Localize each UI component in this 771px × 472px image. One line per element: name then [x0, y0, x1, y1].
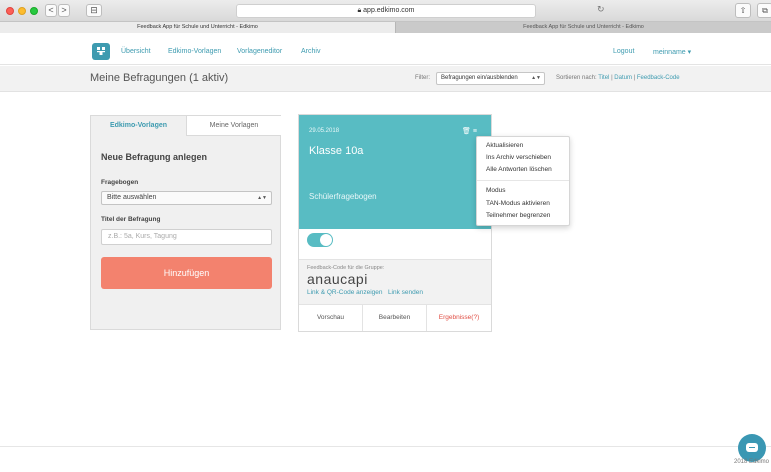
chat-icon	[746, 443, 758, 452]
sort-separator: |	[633, 75, 636, 81]
menu-divider	[477, 180, 569, 181]
menu-icon[interactable]: ≡	[473, 128, 477, 135]
feedback-code: anaucapi	[307, 271, 368, 287]
nav-edkimo-vorlagen[interactable]: Edkimo-Vorlagen	[168, 48, 221, 55]
sort-by-title[interactable]: Titel	[598, 75, 609, 81]
questionnaire-value: Bitte auswählen	[107, 194, 157, 201]
trash-icon[interactable]: 🗑︎	[462, 128, 471, 135]
tab-meine-vorlagen[interactable]: Meine Vorlagen	[186, 116, 281, 136]
link-send[interactable]: Link senden	[388, 289, 423, 296]
menu-delete-answers[interactable]: Alle Antworten löschen	[486, 166, 552, 173]
card-class-name: Klasse 10a	[309, 145, 364, 157]
edit-button[interactable]: Bearbeiten	[363, 305, 427, 331]
card-questionnaire: Schülerfragebogen	[309, 192, 377, 201]
survey-title-label: Titel der Befragung	[101, 216, 161, 223]
filter-select[interactable]: Befragungen ein/ausblenden ▲▼	[436, 72, 545, 85]
card-header[interactable]: 29.05.2018 Klasse 10a Schülerfragebogen …	[299, 115, 491, 229]
browser-toolbar: < > ⊟ 🔒︎ app.edkimo.com ↻ ⇧ ⧉	[0, 0, 771, 22]
menu-aktualisieren[interactable]: Aktualisieren	[486, 142, 523, 149]
toggle-knob	[320, 234, 332, 246]
active-toggle[interactable]	[307, 233, 333, 247]
card-dropdown-menu: Aktualisieren Ins Archiv verschieben All…	[476, 136, 570, 226]
survey-title-input[interactable]: z.B.: 5a, Kurs, Tagung	[101, 229, 272, 245]
card-footer: Vorschau Bearbeiten Ergebnisse(?)	[299, 305, 491, 331]
zoom-window-icon[interactable]	[30, 7, 38, 15]
minimize-window-icon[interactable]	[18, 7, 26, 15]
sort-separator: |	[611, 75, 613, 81]
sort-by-date[interactable]: Datum	[614, 75, 632, 81]
page-title: Meine Befragungen (1 aktiv)	[90, 72, 229, 84]
menu-archive[interactable]: Ins Archiv verschieben	[486, 154, 551, 161]
card-actions: 🗑︎ ≡	[462, 127, 477, 135]
new-tab-icon[interactable]: ⧉	[757, 3, 771, 18]
filter-label: Filter:	[415, 75, 430, 81]
add-survey-button[interactable]: Hinzufügen	[101, 257, 272, 289]
sort-bar: Sortieren nach: Titel | Datum | Feedback…	[556, 75, 680, 81]
card-date: 29.05.2018	[309, 128, 340, 134]
survey-card: 29.05.2018 Klasse 10a Schülerfragebogen …	[298, 114, 492, 332]
create-heading: Neue Befragung anlegen	[101, 152, 208, 162]
results-button[interactable]: Ergebnisse(?)	[427, 305, 491, 331]
close-window-icon[interactable]	[6, 7, 14, 15]
reload-icon[interactable]: ↻	[597, 4, 605, 15]
browser-tab-active[interactable]: Feedback App für Schule und Unterricht -…	[0, 22, 395, 33]
menu-mode-heading: Modus	[486, 187, 506, 194]
tab-edkimo-vorlagen[interactable]: Edkimo-Vorlagen	[91, 116, 186, 136]
questionnaire-label: Fragebogen	[101, 179, 139, 186]
nav-archiv[interactable]: Archiv	[301, 48, 320, 55]
menu-tan-mode[interactable]: TAN-Modus aktivieren	[486, 200, 550, 207]
questionnaire-select[interactable]: Bitte auswählen ▲▼	[101, 191, 272, 205]
link-qr-code[interactable]: Link & QR-Code anzeigen	[307, 289, 383, 296]
forward-icon[interactable]: >	[58, 4, 70, 17]
preview-button[interactable]: Vorschau	[299, 305, 363, 331]
logout-link[interactable]: Logout	[613, 48, 634, 55]
browser-tab-inactive[interactable]: Feedback App für Schule und Unterricht -…	[395, 22, 771, 33]
sort-label: Sortieren nach:	[556, 75, 597, 81]
edkimo-logo-icon[interactable]	[92, 43, 110, 60]
select-arrows-icon: ▲▼	[257, 195, 267, 201]
tab-bar: Feedback App für Schule und Unterricht -…	[0, 22, 771, 33]
address-bar[interactable]: 🔒︎ app.edkimo.com	[236, 4, 536, 18]
logo-glyph-icon	[97, 47, 105, 55]
footer-divider	[0, 446, 771, 447]
chat-icon-line	[749, 447, 755, 448]
footer-copyright: 2018 Edkimo	[734, 459, 770, 465]
nav-uebersicht[interactable]: Übersicht	[121, 48, 151, 55]
menu-limit-participants[interactable]: Teilnehmer begrenzen	[486, 212, 550, 219]
code-links: Link & QR-Code anzeigen Link senden	[307, 289, 423, 296]
sidebar-icon[interactable]: ⊟	[86, 4, 102, 17]
select-arrows-icon: ▲▼	[531, 75, 541, 81]
url-text: app.edkimo.com	[363, 7, 415, 14]
chat-button[interactable]	[738, 434, 766, 462]
filter-value: Befragungen ein/ausblenden	[441, 75, 518, 81]
back-icon[interactable]: <	[45, 4, 57, 17]
user-menu[interactable]: meinname ▾	[653, 48, 691, 56]
nav-vorlageneditor[interactable]: Vorlageneditor	[237, 48, 282, 55]
sort-by-code[interactable]: Feedback-Code	[637, 75, 680, 81]
share-icon[interactable]: ⇧	[735, 3, 751, 18]
